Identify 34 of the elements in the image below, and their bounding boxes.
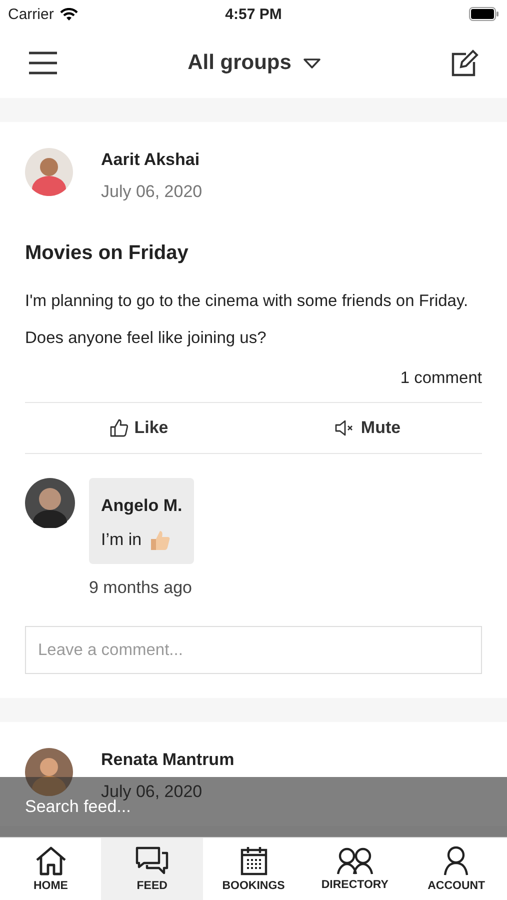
nav-tab[interactable]: HOME <box>0 838 102 900</box>
comment-field[interactable]: Leave a comment... <box>25 626 482 674</box>
nav-tab[interactable]: ACCOUNT <box>406 838 507 900</box>
post-title: Movies on Friday <box>25 242 190 265</box>
like-button[interactable]: Like <box>25 403 254 453</box>
people-icon <box>336 847 373 875</box>
chat-icon <box>135 846 170 876</box>
nav-tab[interactable]: DIRECTORY <box>304 838 406 900</box>
group-selector[interactable]: All groups <box>188 51 322 75</box>
nav-tab[interactable]: FEED <box>101 838 203 900</box>
commenter-name: Angelo M. <box>101 496 182 516</box>
post-body: I'm planning to go to the cinema with some friends on Friday. Does anyone feel like joining us? <box>25 291 470 349</box>
post-date: July 06, 2020 <box>101 782 204 801</box>
battery-icon <box>469 7 499 21</box>
author-name: Renata Mantrum <box>101 750 234 770</box>
speaker-muted-icon <box>334 420 355 436</box>
comment-count: 1 comment <box>400 369 482 388</box>
clock-time: 4:57 PM <box>225 6 282 22</box>
avatar-icon <box>25 478 75 528</box>
comment-time: 9 months ago <box>89 578 192 598</box>
wifi-icon <box>60 8 78 20</box>
avatar-icon <box>25 148 73 196</box>
author-name: Aarit Akshai <box>101 150 201 170</box>
avatar-icon <box>25 748 73 796</box>
thumbs-up-icon <box>110 419 128 437</box>
nav-tab[interactable]: BOOKINGS <box>202 838 304 900</box>
comment-text: I’m in <box>101 530 142 550</box>
home-icon <box>34 846 67 876</box>
post-date: July 06, 2020 <box>101 182 202 202</box>
mute-button[interactable]: Mute <box>254 403 482 453</box>
person-icon <box>443 846 470 876</box>
carrier-label: Carrier <box>8 6 54 22</box>
caret-icon <box>303 58 322 68</box>
calendar-icon <box>240 846 268 876</box>
